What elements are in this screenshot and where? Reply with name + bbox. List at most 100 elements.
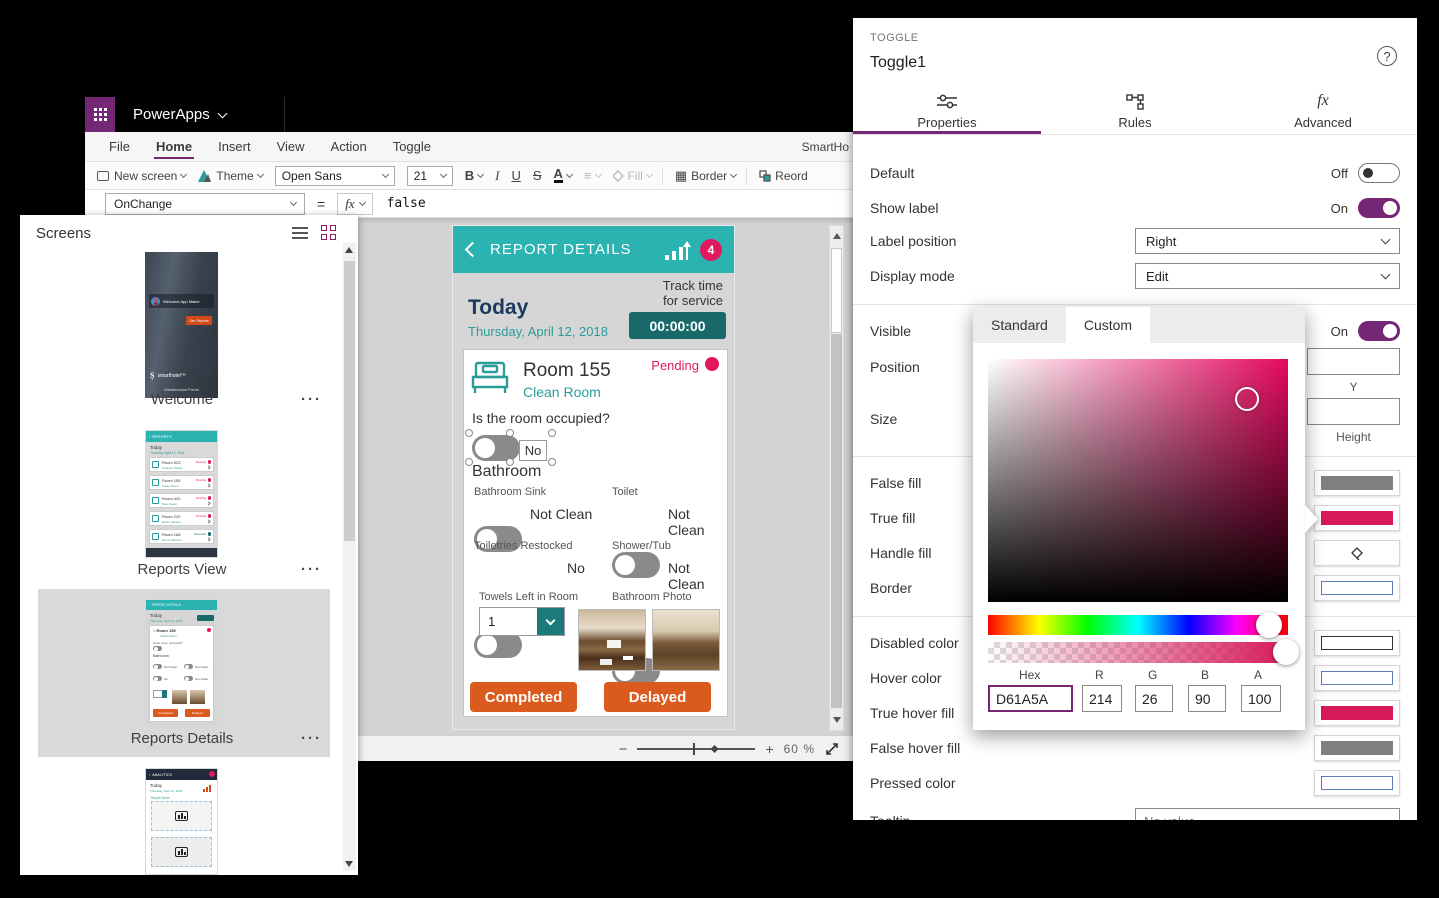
- app-launcher-button[interactable]: [85, 97, 115, 132]
- formula-input[interactable]: false: [387, 196, 426, 211]
- size-height-input[interactable]: [1307, 398, 1400, 425]
- tooltip-input[interactable]: [1135, 808, 1400, 820]
- g-input[interactable]: [1135, 685, 1173, 712]
- menu-view[interactable]: View: [275, 135, 307, 158]
- item-menu-dots[interactable]: ···: [301, 561, 322, 578]
- scrollbar-thumb[interactable]: [831, 248, 842, 333]
- r-input[interactable]: [1082, 685, 1122, 712]
- false-fill-swatch[interactable]: [1314, 470, 1400, 496]
- back-chevron-icon[interactable]: [465, 242, 481, 258]
- scroll-up-arrow[interactable]: [345, 247, 353, 253]
- toggle-on-pill[interactable]: [1358, 198, 1400, 218]
- show-label-toggle[interactable]: On: [1331, 198, 1400, 218]
- list-view-icon[interactable]: [292, 227, 308, 239]
- scroll-up-arrow[interactable]: [833, 233, 841, 239]
- handle-fill-swatch[interactable]: [1314, 540, 1400, 566]
- selection-handle[interactable]: [465, 429, 473, 437]
- tab-rules[interactable]: Rules: [1041, 90, 1229, 135]
- scrollbar-thumb[interactable]: [344, 261, 355, 541]
- false-hover-fill-swatch[interactable]: [1314, 735, 1400, 761]
- true-hover-fill-swatch[interactable]: [1314, 700, 1400, 726]
- true-fill-swatch[interactable]: [1314, 505, 1400, 531]
- toggle-on-pill[interactable]: [1358, 321, 1400, 341]
- item-menu-dots[interactable]: ···: [301, 391, 322, 408]
- menu-insert[interactable]: Insert: [216, 135, 253, 158]
- property-selector[interactable]: OnChange: [105, 193, 305, 215]
- item-menu-dots[interactable]: ···: [301, 730, 322, 747]
- selection-handle[interactable]: [506, 458, 514, 466]
- toilet-toggle[interactable]: [612, 552, 660, 578]
- screen-thumbnail-analytics[interactable]: ‹ ANALYTICS Today Thursday, April 12, 20…: [145, 768, 218, 875]
- hover-color-swatch[interactable]: [1314, 665, 1400, 691]
- selection-handle[interactable]: [465, 458, 473, 466]
- screen-label-welcome[interactable]: Welcome: [82, 391, 282, 408]
- delayed-button[interactable]: Delayed: [604, 682, 711, 712]
- screens-scrollbar[interactable]: [343, 243, 356, 871]
- towels-dropdown[interactable]: 1: [479, 607, 565, 636]
- completed-button[interactable]: Completed: [470, 682, 577, 712]
- scrollbar-track[interactable]: [831, 334, 842, 708]
- selection-handle[interactable]: [548, 458, 556, 466]
- scroll-down-arrow[interactable]: [833, 717, 841, 723]
- gradient-selector-ring[interactable]: [1235, 387, 1259, 411]
- screen-thumbnail-reports-view[interactable]: ‹ REPORTS Today Thursday, April 12, 2018…: [145, 430, 218, 558]
- default-toggle[interactable]: Off: [1331, 163, 1400, 183]
- tab-advanced[interactable]: fx Advanced: [1229, 90, 1417, 135]
- font-size-select[interactable]: 21: [407, 166, 453, 186]
- zoom-slider[interactable]: [637, 748, 755, 750]
- selection-handle[interactable]: [548, 429, 556, 437]
- a-input[interactable]: [1241, 685, 1281, 712]
- font-color-button[interactable]: A: [554, 168, 572, 183]
- fullscreen-icon[interactable]: [825, 742, 839, 756]
- underline-button[interactable]: U: [511, 168, 520, 183]
- toggle-off-pill[interactable]: [1358, 163, 1400, 183]
- align-button[interactable]: ≡: [584, 168, 601, 183]
- tab-custom[interactable]: Custom: [1066, 307, 1150, 343]
- selection-handle[interactable]: [506, 429, 514, 437]
- theme-button[interactable]: Theme: [198, 169, 262, 183]
- hue-slider[interactable]: [988, 615, 1288, 635]
- app-preview-screen[interactable]: REPORT DETAILS 4 Track time for service …: [452, 225, 735, 730]
- alpha-slider[interactable]: [988, 642, 1288, 663]
- screen-label-reports-details[interactable]: Reports Details: [82, 730, 282, 747]
- zoom-slider-thumb[interactable]: [711, 745, 719, 753]
- menu-home[interactable]: Home: [154, 135, 194, 158]
- screen-thumbnail-welcome[interactable]: Welcome App Maker See Reports Șsmarthote…: [145, 252, 218, 398]
- b-input[interactable]: [1188, 685, 1226, 712]
- notification-badge[interactable]: 4: [700, 239, 722, 261]
- occupied-toggle[interactable]: [472, 435, 520, 461]
- fill-button[interactable]: Fill: [613, 169, 652, 183]
- reorder-button[interactable]: Reord: [759, 169, 808, 183]
- bathroom-photo-2[interactable]: [652, 609, 720, 671]
- label-position-dropdown[interactable]: Right: [1135, 228, 1400, 254]
- menu-file[interactable]: File: [107, 135, 132, 158]
- bathroom-photo-1[interactable]: [578, 609, 646, 671]
- pressed-color-swatch[interactable]: [1314, 770, 1400, 796]
- canvas-scrollbar[interactable]: [829, 225, 844, 731]
- visible-toggle[interactable]: On: [1331, 321, 1400, 341]
- menu-action[interactable]: Action: [329, 135, 369, 158]
- disabled-color-swatch[interactable]: [1314, 630, 1400, 656]
- strikethrough-button[interactable]: S: [533, 168, 542, 183]
- font-family-select[interactable]: Open Sans: [275, 166, 395, 186]
- alpha-slider-knob[interactable]: [1273, 639, 1299, 665]
- position-y-input[interactable]: [1307, 348, 1400, 375]
- scroll-down-arrow[interactable]: [345, 861, 353, 867]
- screen-label-reports-view[interactable]: Reports View: [82, 561, 282, 578]
- border-button[interactable]: ▦Border: [675, 168, 736, 184]
- grid-view-icon[interactable]: [321, 225, 336, 240]
- border-swatch[interactable]: [1314, 575, 1400, 601]
- zoom-in-button[interactable]: +: [765, 741, 773, 757]
- new-screen-button[interactable]: New screen: [97, 169, 186, 183]
- screen-thumbnail-reports-details[interactable]: ‹ REPORT DETAILS Today Thursday, April 1…: [145, 599, 218, 727]
- help-icon[interactable]: ?: [1377, 46, 1397, 66]
- hue-slider-knob[interactable]: [1256, 612, 1282, 638]
- bar-chart-icon[interactable]: [665, 240, 688, 260]
- italic-button[interactable]: I: [495, 168, 499, 184]
- display-mode-dropdown[interactable]: Edit: [1135, 263, 1400, 289]
- timer-button[interactable]: 00:00:00: [629, 312, 726, 339]
- tab-standard[interactable]: Standard: [973, 307, 1066, 343]
- menu-toggle[interactable]: Toggle: [391, 135, 433, 158]
- hex-input[interactable]: [988, 685, 1073, 712]
- zoom-out-button[interactable]: −: [619, 741, 628, 758]
